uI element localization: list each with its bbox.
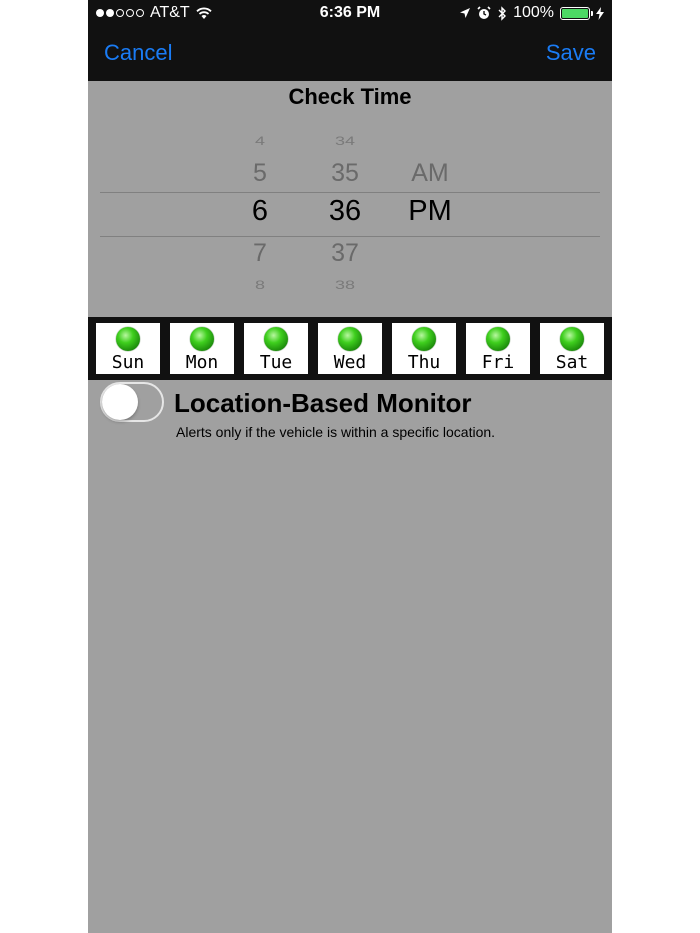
minute-option[interactable]: 35 [310,159,380,188]
hour-option[interactable]: 7 [230,239,290,268]
selection-line-top [100,192,600,193]
day-selector: Sun Mon Tue Wed Thu Fri Sat [88,317,612,380]
toggle-knob [102,384,138,420]
status-indicator-icon [338,327,362,351]
status-right: 100% [459,4,604,22]
hour-option-selected[interactable]: 6 [230,195,290,228]
time-picker[interactable]: 4 5 6 7 8 34 35 36 37 38 AM PM [100,125,600,310]
status-indicator-icon [116,327,140,351]
status-bar: AT&T 6:36 PM 100% [88,0,612,27]
day-label: Sat [555,352,589,373]
location-monitor-description: Alerts only if the vehicle is within a s… [176,424,496,440]
selection-line-bottom [100,236,600,237]
day-label: Wed [333,352,367,373]
battery-percent: 100% [513,4,554,21]
page-title: Check Time [288,84,412,109]
status-indicator-icon [190,327,214,351]
minute-option[interactable]: 34 [310,135,380,149]
ampm-option[interactable]: AM [390,159,470,188]
day-toggle-tue[interactable]: Tue [244,323,308,374]
status-indicator-icon [486,327,510,351]
location-arrow-icon [460,8,471,18]
hour-option[interactable]: 4 [230,135,290,149]
bluetooth-icon [498,5,507,21]
status-indicator-icon [412,327,436,351]
hour-option[interactable]: 8 [230,279,290,293]
day-label: Fri [481,352,515,373]
app-screen: AT&T 6:36 PM 100% Cancel Save Check Time… [88,0,612,933]
day-label: Mon [185,352,219,373]
charging-bolt-icon [596,6,604,20]
day-toggle-fri[interactable]: Fri [466,323,530,374]
day-toggle-sun[interactable]: Sun [96,323,160,374]
ampm-option-selected[interactable]: PM [390,195,470,228]
status-indicator-icon [264,327,288,351]
alarm-icon [477,6,491,19]
day-label: Sun [111,352,145,373]
location-monitor-title: Location-Based Monitor [174,388,472,418]
hour-option[interactable]: 5 [230,159,290,188]
top-bar: AT&T 6:36 PM 100% Cancel Save [88,0,612,81]
minute-option[interactable]: 38 [310,279,380,293]
minute-option[interactable]: 37 [310,239,380,268]
day-label: Thu [407,352,441,373]
battery-icon [560,6,593,20]
status-indicator-icon [560,327,584,351]
day-toggle-thu[interactable]: Thu [392,323,456,374]
minute-option-selected[interactable]: 36 [310,195,380,228]
day-toggle-wed[interactable]: Wed [318,323,382,374]
battery-fill [562,8,588,18]
day-toggle-mon[interactable]: Mon [170,323,234,374]
day-toggle-sat[interactable]: Sat [540,323,604,374]
location-monitor-toggle[interactable] [100,382,164,422]
day-label: Tue [259,352,293,373]
cancel-button[interactable]: Cancel [104,40,172,66]
save-button[interactable]: Save [546,40,596,66]
